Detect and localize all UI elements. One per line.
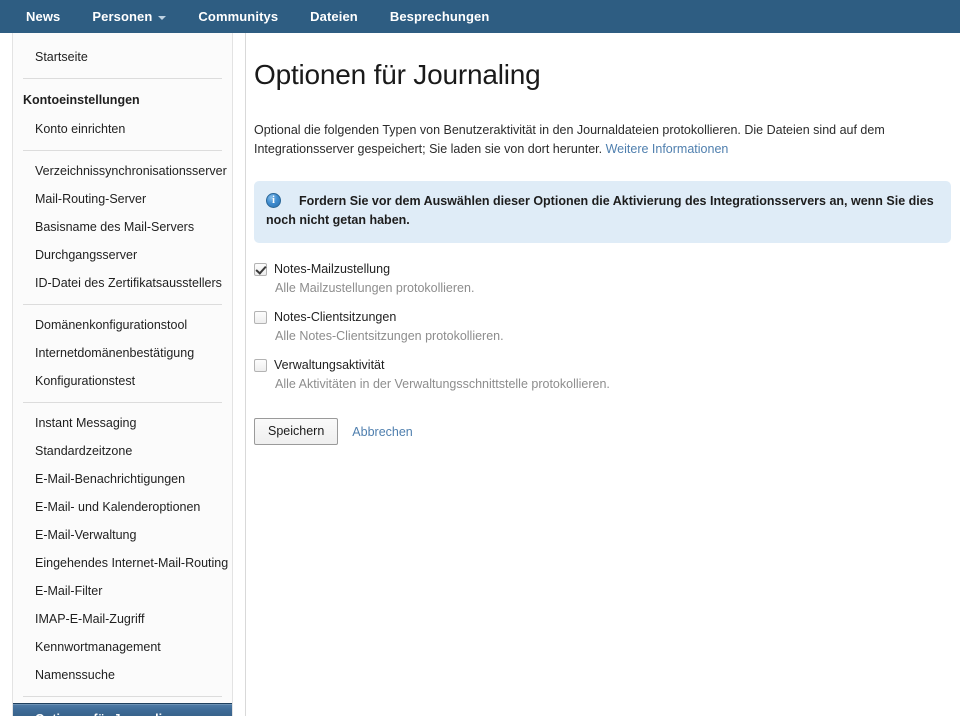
option-description: Alle Aktivitäten in der Verwaltungsschni… (275, 377, 610, 391)
sidebar-item-konfigurationstest[interactable]: Konfigurationstest (13, 367, 232, 395)
intro-text: Optional die folgenden Typen von Benutze… (254, 123, 885, 156)
sidebar-divider (23, 696, 222, 697)
top-navigation-bar: News Personen Communitys Dateien Besprechung… (0, 0, 960, 33)
sidebar-item-verzeichnissynchronisationsserver[interactable]: Verzeichnissynchronisationsserver (13, 157, 232, 185)
sidebar-divider (23, 78, 222, 79)
sidebar-item-id-datei-des-zertifikatsausstellers[interactable]: ID-Datei des Zertifikatsausstellers (13, 269, 232, 297)
sidebar-divider (23, 402, 222, 403)
option-item: Notes-Mailzustellung Alle Mailzustellunge… (254, 261, 960, 296)
page-body: Startseite Kontoeinstellungen Konto einric… (0, 33, 960, 716)
sidebar-item-internetdomänenbestätigung[interactable]: Internetdomänenbestätigung (13, 339, 232, 367)
topnav-item-communitys[interactable]: Communitys (182, 0, 294, 33)
topnav-item-label: Communitys (198, 9, 279, 24)
intro-paragraph: Optional die folgenden Typen von Benutze… (254, 121, 894, 159)
more-information-link[interactable]: Weitere Informationen (606, 142, 729, 156)
save-button[interactable]: Speichern (254, 418, 339, 445)
sidebar-item-namenssuche[interactable]: Namenssuche (13, 661, 232, 689)
checkbox-notes-clientsitzungen[interactable] (254, 311, 267, 324)
topnav-item-label: Besprechungen (389, 9, 490, 24)
option-description: Alle Mailzustellungen protokollieren. (275, 281, 475, 295)
sidebar-group-header: Kontoeinstellungen (23, 93, 140, 107)
topnav-item-personen[interactable]: Personen (76, 0, 182, 33)
sidebar-item-imap-e-mail-zugriff[interactable]: IMAP-E-Mail-Zugriff (13, 605, 232, 633)
topnav-item-besprechungen[interactable]: Besprechungen (374, 0, 506, 33)
sidebar-item-standardzeitzone[interactable]: Standardzeitzone (13, 437, 232, 465)
page-title: Optionen für Journaling (254, 59, 541, 90)
info-icon (266, 193, 281, 208)
sidebar-item-optionen-für-journaling[interactable]: Optionen für Journaling (13, 703, 232, 716)
sidebar-item-konto-einrichten[interactable]: Konto einrichten (13, 115, 232, 143)
sidebar-item-e-mail-verwaltung[interactable]: E-Mail-Verwaltung (13, 521, 232, 549)
sidebar-divider (23, 304, 222, 305)
option-row: Verwaltungsaktivität (254, 357, 960, 373)
main-content: Optionen für Journaling Optional die fol… (246, 33, 960, 716)
sidebar-item-eingehendes-internet-mail-routing[interactable]: Eingehendes Internet-Mail-Routing (13, 549, 232, 577)
sidebar-item-e-mail-und-kalenderoptionen[interactable]: E-Mail- und Kalenderoptionen (13, 493, 232, 521)
option-label[interactable]: Verwaltungsaktivität (274, 357, 384, 373)
sidebar-item-kennwortmanagement[interactable]: Kennwortmanagement (13, 633, 232, 661)
option-label[interactable]: Notes-Mailzustellung (274, 261, 390, 277)
sidebar-item-basisname-des-mail-servers[interactable]: Basisname des Mail-Servers (13, 213, 232, 241)
option-item: Verwaltungsaktivität Alle Aktivitäten in … (254, 357, 960, 392)
topnav-item-label: Personen (92, 9, 153, 24)
option-label[interactable]: Notes-Clientsitzungen (274, 309, 396, 325)
chevron-down-icon (158, 15, 167, 20)
sidebar-item-e-mail-benachrichtigungen[interactable]: E-Mail-Benachrichtigungen (13, 465, 232, 493)
notice-banner: Fordern Sie vor dem Auswählen dieser Opt… (254, 181, 951, 243)
option-row: Notes-Clientsitzungen (254, 309, 960, 325)
sidebar-item-instant-messaging[interactable]: Instant Messaging (13, 409, 232, 437)
option-item: Notes-Clientsitzungen Alle Notes-Clientsi… (254, 309, 960, 344)
topnav-item-label: News (26, 9, 61, 24)
sidebar-item-domänenkonfigurationstool[interactable]: Domänenkonfigurationstool (13, 311, 232, 339)
sidebar-panel: Startseite Kontoeinstellungen Konto einric… (12, 33, 233, 716)
form-actions: Speichern Abbrechen (254, 418, 960, 445)
checkbox-notes-mailzustellung[interactable] (254, 263, 267, 276)
sidebar: Startseite Kontoeinstellungen Konto einric… (0, 33, 246, 716)
checkbox-verwaltungsaktivität[interactable] (254, 359, 267, 372)
option-row: Notes-Mailzustellung (254, 261, 960, 277)
options-list: Notes-Mailzustellung Alle Mailzustellunge… (254, 261, 960, 392)
sidebar-item-startseite[interactable]: Startseite (13, 43, 232, 71)
sidebar-item-e-mail-filter[interactable]: E-Mail-Filter (13, 577, 232, 605)
sidebar-item-durchgangsserver[interactable]: Durchgangsserver (13, 241, 232, 269)
notice-text: Fordern Sie vor dem Auswählen dieser Opt… (266, 194, 934, 227)
topnav-item-news[interactable]: News (10, 0, 76, 33)
topnav-item-label: Dateien (310, 9, 358, 24)
cancel-link[interactable]: Abbrechen (352, 425, 412, 439)
sidebar-divider (23, 150, 222, 151)
topnav-item-dateien[interactable]: Dateien (294, 0, 374, 33)
sidebar-item-mail-routing-server[interactable]: Mail-Routing-Server (13, 185, 232, 213)
option-description: Alle Notes-Clientsitzungen protokolliere… (275, 329, 504, 343)
